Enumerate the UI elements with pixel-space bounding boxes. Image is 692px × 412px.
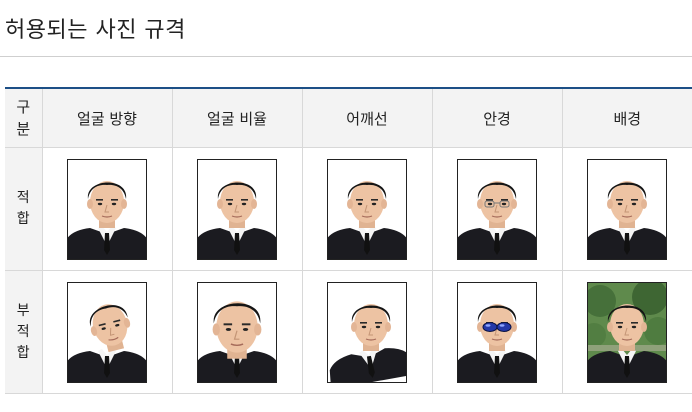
cell-acceptable-face-ratio: [171, 147, 303, 271]
row-header-unacceptable: 부적합: [5, 270, 43, 394]
example-photo: [67, 158, 147, 260]
cell-unacceptable-background: [561, 270, 692, 394]
cell-unacceptable-face-ratio: [171, 270, 303, 394]
page-title: 허용되는 사진 규격: [5, 18, 186, 43]
cell-acceptable-glasses: [431, 147, 563, 271]
column-header-background: 배경: [561, 87, 692, 148]
example-photo: [457, 281, 537, 383]
column-header-glasses: 안경: [431, 87, 563, 148]
column-header-face-direction: 얼굴 방향: [41, 87, 173, 148]
cell-acceptable-shoulder-line: [301, 147, 433, 271]
cell-unacceptable-glasses: [431, 270, 563, 394]
example-photo: [327, 281, 407, 383]
example-photo: [587, 281, 668, 383]
example-photo: [67, 281, 147, 383]
cell-acceptable-background: [561, 147, 692, 271]
table-header-row: 구분 얼굴 방향 얼굴 비율 어깨선 안경 배경: [5, 87, 692, 148]
example-photo: [587, 158, 668, 260]
cell-unacceptable-shoulder-line: [301, 270, 433, 394]
example-photo: [197, 158, 277, 260]
column-header-face-ratio: 얼굴 비율: [171, 87, 303, 148]
cell-unacceptable-face-direction: [41, 270, 173, 394]
table-row-acceptable: 적합: [5, 147, 692, 271]
column-header-shoulder-line: 어깨선: [301, 87, 433, 148]
title-divider: [0, 56, 692, 57]
example-photo: [327, 158, 407, 260]
corner-header: 구분: [5, 87, 43, 148]
example-photo: [197, 281, 277, 383]
cell-acceptable-face-direction: [41, 147, 173, 271]
table-row-unacceptable: 부적합: [5, 270, 692, 394]
row-header-acceptable: 적합: [5, 147, 43, 271]
example-photo: [457, 158, 537, 260]
photo-spec-table: 구분 얼굴 방향 얼굴 비율 어깨선 안경 배경 적합 부적합: [5, 87, 692, 394]
